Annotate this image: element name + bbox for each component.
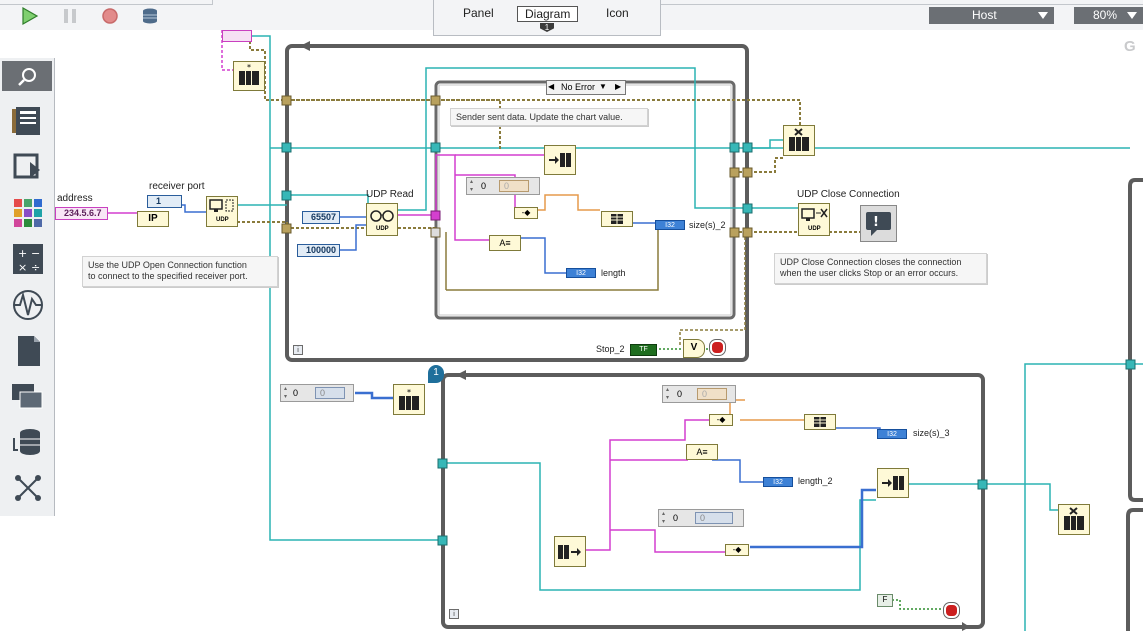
timeout-constant[interactable]: 100000 — [297, 244, 340, 257]
svg-text:*: * — [247, 63, 251, 72]
udp-close-text: UDP — [808, 226, 821, 232]
clear-errors-node-b[interactable] — [1058, 504, 1090, 535]
format-node-a[interactable] — [601, 211, 633, 227]
build-array-node-b[interactable]: * — [393, 384, 425, 415]
size3-indicator[interactable]: I32 — [877, 429, 907, 439]
string-to-ip-node[interactable]: IP — [137, 211, 169, 227]
numeric-d-inner: 0 — [695, 512, 733, 524]
numeric-b-inner: 0 — [315, 387, 345, 399]
numeric-a-value: 0 — [481, 181, 487, 191]
svg-text:!: ! — [873, 215, 879, 230]
numeric-a-inner: 0 — [499, 180, 529, 192]
length-label: length — [601, 268, 626, 278]
error-dialog-node[interactable]: ! — [860, 205, 897, 242]
receiver-port-control[interactable]: 1 — [147, 195, 182, 208]
string-length-node-b[interactable]: A≡ — [686, 444, 718, 460]
stop-label: Stop_2 — [596, 344, 625, 354]
numeric-c-inner: 0 — [697, 388, 727, 400]
index-array-node-c[interactable] — [554, 536, 586, 567]
while-loop-top[interactable] — [285, 44, 749, 362]
comment-close-connection: UDP Close Connection closes the connecti… — [774, 253, 987, 284]
numeric-d-value: 0 — [673, 513, 679, 523]
stop-control[interactable]: TF — [630, 344, 657, 356]
chevron-down-icon[interactable]: ▼ — [599, 81, 607, 93]
loop-condition-icon-b[interactable] — [944, 603, 959, 618]
tunnels — [281, 95, 1136, 546]
comment-close-line2: when the user clicks Stop or an error oc… — [780, 268, 959, 278]
index-array-node-b[interactable] — [877, 468, 909, 498]
numeric-control-d[interactable]: ▴ ▾ 0 0 — [658, 509, 744, 527]
udp-close-label: UDP Close Connection — [797, 189, 900, 200]
index-array-node[interactable] — [544, 145, 576, 175]
numeric-control-b[interactable]: ▴ ▾ 0 0 — [280, 384, 354, 402]
address-label: address — [57, 193, 93, 204]
case-prev-icon[interactable]: ◀ — [548, 81, 554, 93]
comment-close-line1: UDP Close Connection closes the connecti… — [780, 257, 962, 267]
numeric-control-c[interactable]: ▴ ▾ 0 0 — [662, 385, 736, 403]
size-label: size(s)_2 — [689, 220, 726, 230]
receiver-port-label: receiver port — [149, 181, 205, 192]
error-dialog-icon: ! — [866, 212, 891, 236]
udp-read-text: UDP — [376, 226, 389, 232]
string-length-node[interactable]: A≡ — [489, 235, 521, 251]
split-node-b[interactable]: -◆ — [709, 414, 733, 426]
numeric-control-a[interactable]: ▴ ▾ 0 0 — [466, 177, 540, 195]
length-indicator[interactable]: I32 — [566, 268, 596, 278]
length2-label: length_2 — [798, 476, 833, 486]
split-node-c[interactable]: -◆ — [725, 544, 749, 556]
loop-condition-icon[interactable] — [710, 340, 725, 355]
max-size-constant[interactable]: 65507 — [302, 211, 340, 224]
size3-label: size(s)_3 — [913, 428, 950, 438]
address-control[interactable]: 234.5.6.7 — [55, 207, 108, 220]
loop-badge: 1 — [428, 365, 444, 383]
comment-open-connection: Use the UDP Open Connection function to … — [82, 256, 278, 287]
svg-text:*: * — [407, 388, 411, 397]
split-node-a[interactable]: -◆ — [514, 207, 538, 219]
info-icon[interactable]: i — [293, 345, 303, 355]
case-selector-value: No Error — [561, 82, 596, 92]
udp-close-node[interactable]: UDP — [798, 203, 830, 236]
comment-open-line1: Use the UDP Open Connection function — [88, 260, 247, 270]
build-array-node[interactable]: * — [233, 61, 265, 91]
case-next-icon[interactable]: ▶ — [615, 81, 621, 93]
length2-indicator[interactable]: I32 — [763, 477, 793, 487]
size-indicator[interactable]: I32 — [655, 220, 685, 230]
format-node-b[interactable] — [804, 414, 836, 430]
while-loop-bottom[interactable] — [441, 373, 985, 629]
udp-read-node[interactable]: UDP — [366, 203, 398, 236]
case-selector[interactable]: ◀ No Error ▼ ▶ — [546, 80, 626, 95]
or-node[interactable]: V — [683, 339, 705, 358]
udp-open-node[interactable]: UDP — [206, 196, 238, 227]
udp-open-text: UDP — [216, 217, 229, 223]
numeric-c-value: 0 — [677, 389, 683, 399]
false-constant[interactable]: F — [877, 594, 893, 607]
ip-text: IP — [148, 213, 158, 224]
numeric-b-value: 0 — [293, 388, 299, 398]
info-icon[interactable]: i — [449, 609, 459, 619]
clear-errors-node[interactable] — [783, 125, 815, 156]
comment-sender: Sender sent data. Update the chart value… — [450, 108, 648, 126]
string-constant[interactable] — [222, 30, 252, 42]
udp-read-label: UDP Read — [366, 189, 414, 200]
comment-open-line2: to connect to the specified receiver por… — [88, 271, 248, 281]
